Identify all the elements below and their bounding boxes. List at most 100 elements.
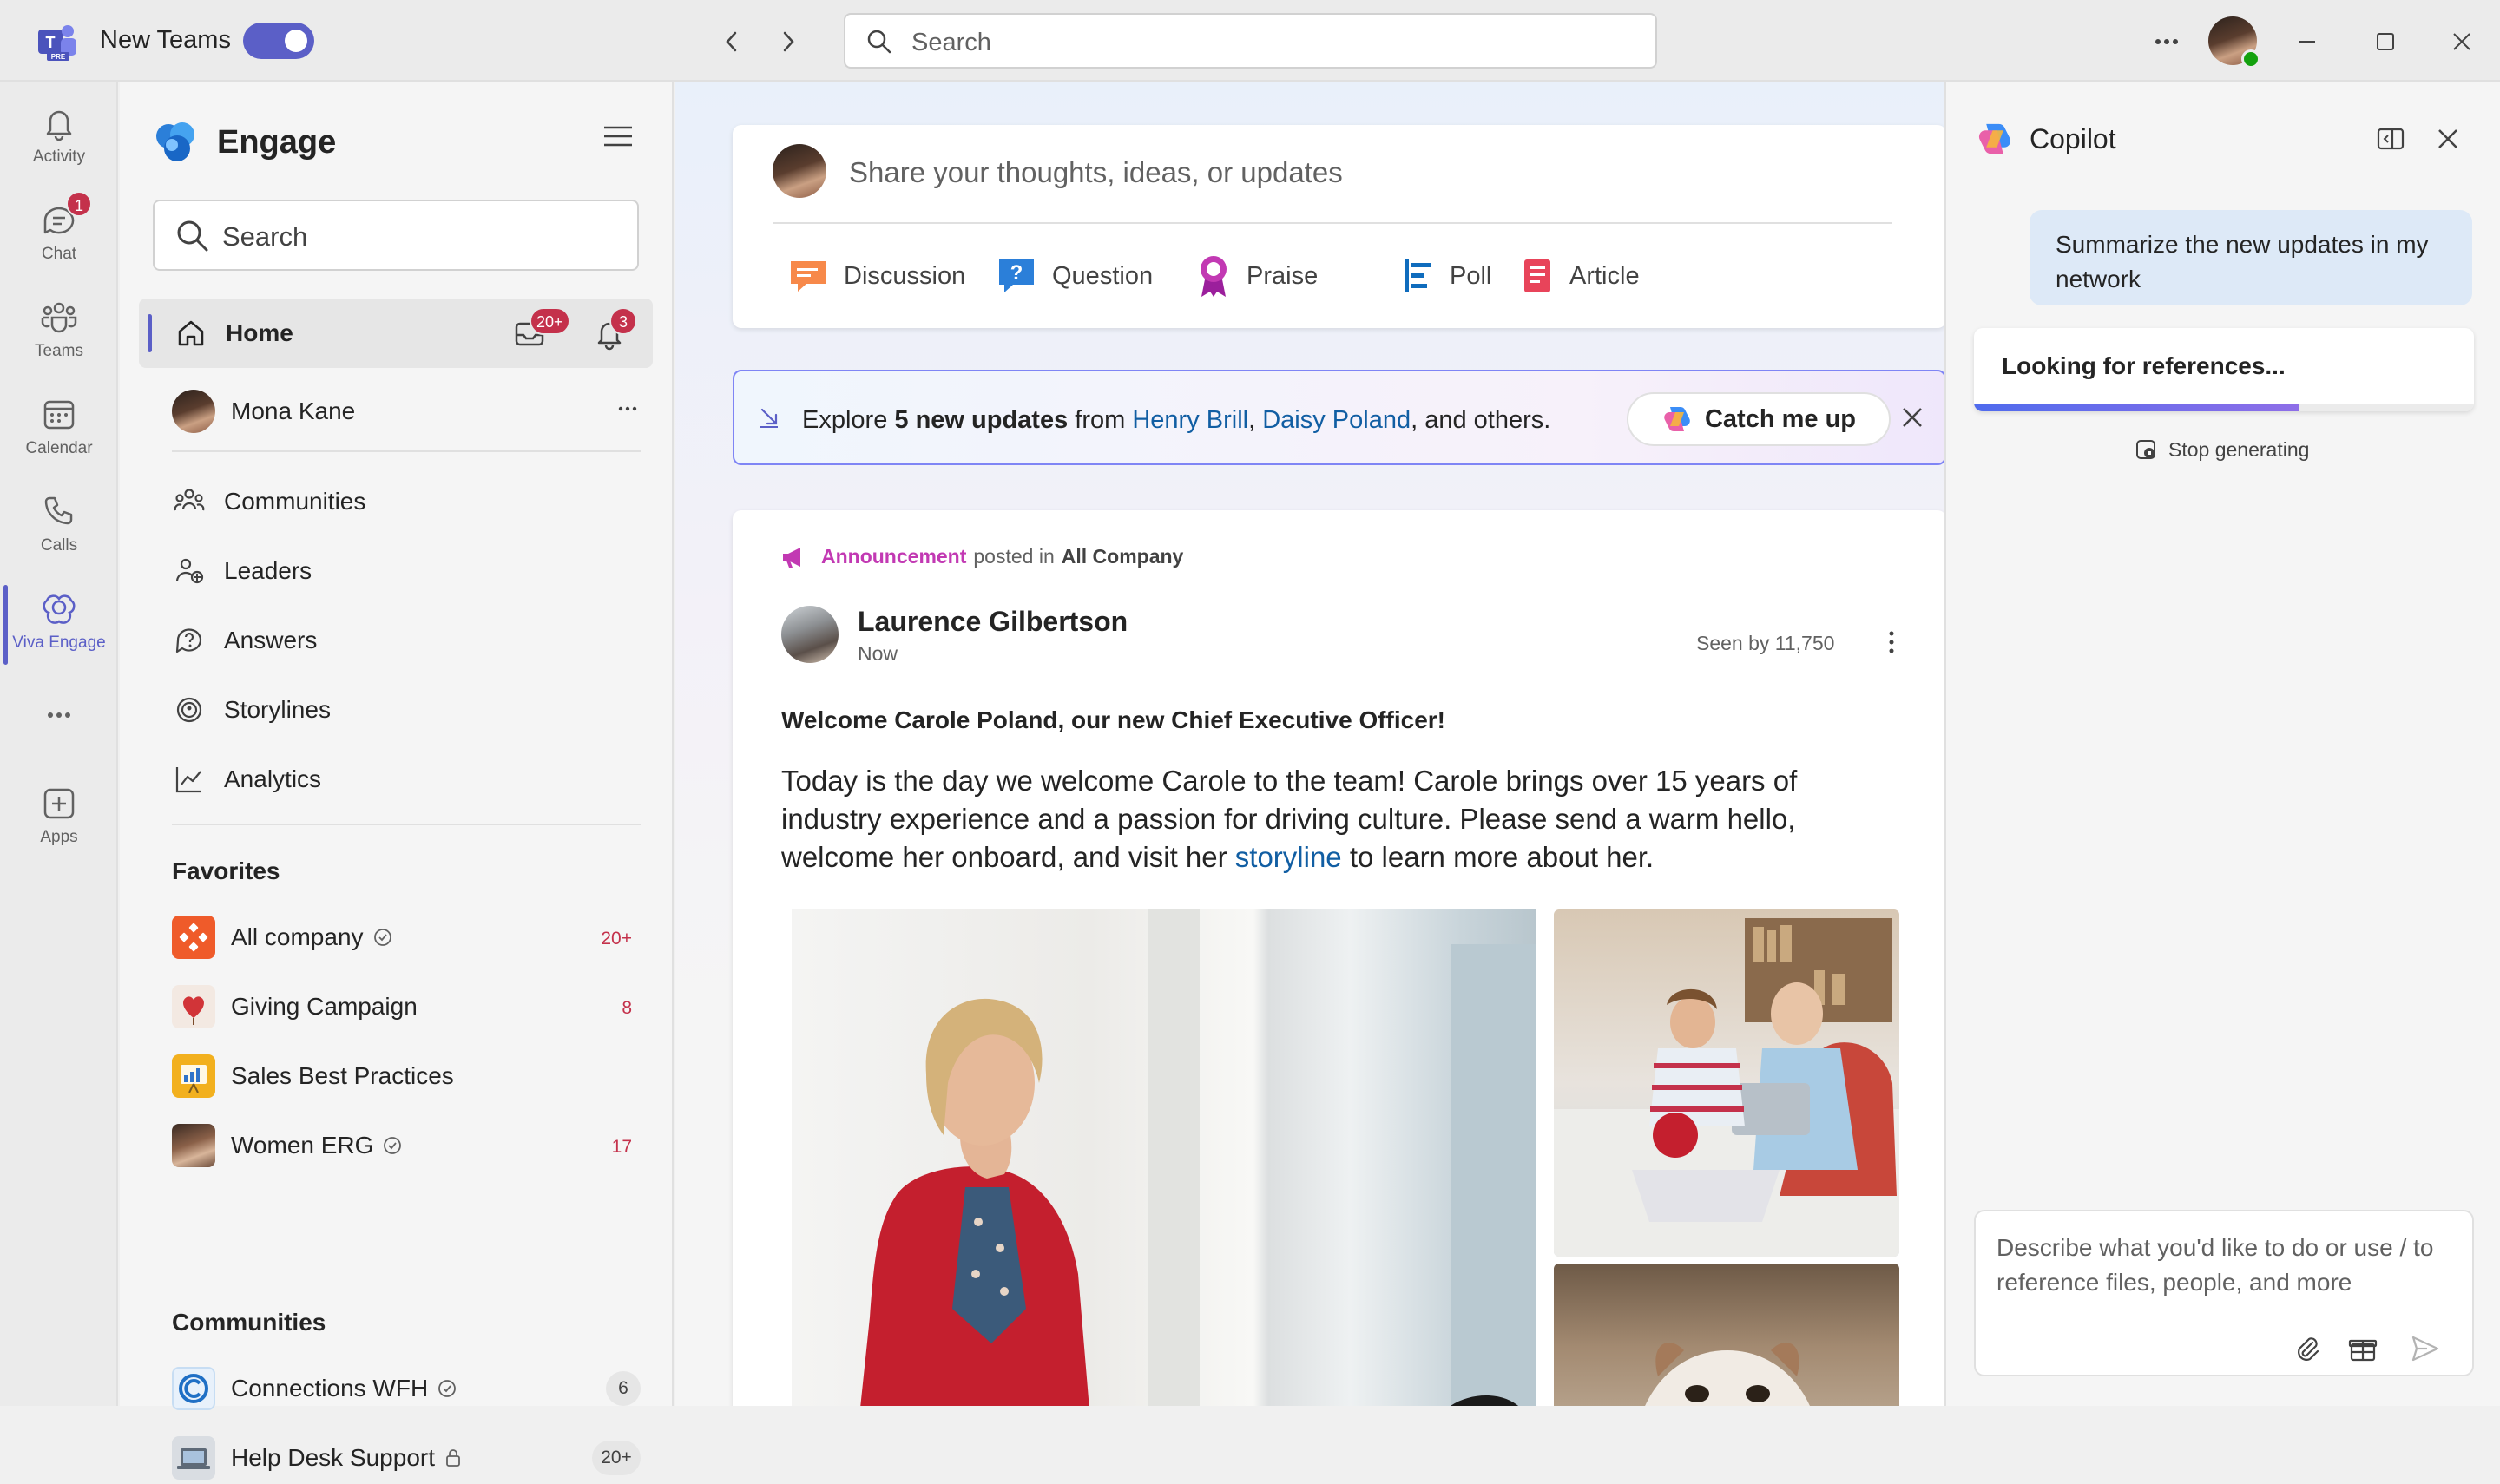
catch-me-up-button[interactable]: Catch me up [1627, 392, 1891, 446]
unread-count: 8 [622, 998, 632, 1018]
nav-menu-button[interactable] [602, 123, 634, 149]
favorite-giving-campaign[interactable]: Giving Campaign [172, 981, 418, 1033]
nav-profile[interactable]: Mona Kane [172, 385, 355, 437]
storyline-link[interactable]: storyline [1235, 841, 1342, 873]
favorite-name: Women ERG [231, 1132, 374, 1159]
nav-label: Answers [224, 627, 318, 653]
profile-avatar[interactable] [2208, 16, 2260, 69]
post-photo-family[interactable] [1554, 909, 1899, 1257]
inbox-button[interactable]: 20+ [512, 307, 570, 351]
notifications-button[interactable]: 3 [592, 307, 637, 351]
close-window-button[interactable] [2446, 26, 2477, 57]
community-name: Help Desk Support [231, 1444, 436, 1471]
author-avatar[interactable] [781, 606, 839, 663]
community-help-desk-support[interactable]: Help Desk Support [172, 1432, 463, 1484]
community-avatar [172, 916, 215, 959]
favorite-name: Sales Best Practices [231, 1062, 454, 1089]
open-in-sidebar-button[interactable] [2375, 123, 2406, 154]
poll-button[interactable]: Poll [1401, 252, 1491, 300]
rail-more-apps[interactable] [0, 689, 118, 741]
nav-answers[interactable]: Answers [172, 614, 317, 666]
person-link[interactable]: Daisy Poland [1262, 406, 1411, 434]
chat-badge: 1 [66, 191, 92, 217]
post-more-button[interactable] [1878, 625, 1905, 660]
catch-up-message: Explore 5 new updates from Henry Brill , … [802, 406, 1550, 435]
global-search-placeholder: Search [911, 29, 991, 56]
user-name: Mona Kane [231, 397, 356, 424]
search-icon [175, 219, 210, 253]
update-count: 5 new updates [894, 406, 1069, 434]
author-name[interactable]: Laurence Gilbertson [858, 606, 1128, 638]
minimize-button[interactable] [2292, 26, 2323, 57]
communities-heading: Communities [172, 1309, 326, 1336]
article-button[interactable]: Article [1521, 252, 1640, 300]
rail-chat[interactable]: 1 Chat [0, 191, 118, 278]
community-avatar [172, 1436, 215, 1480]
phone-icon [38, 491, 80, 533]
composer-divider [773, 222, 1892, 224]
title-bar: T PRE New Teams Search [0, 0, 2500, 82]
forward-button[interactable] [771, 24, 806, 59]
engage-nav-pane: Engage Search Home 20+ 3 Mona Kane Commu… [120, 82, 674, 1480]
engage-search-box[interactable]: Search [153, 200, 639, 271]
stop-generating-button[interactable]: Stop generating [2134, 437, 2309, 462]
close-copilot-button[interactable] [2432, 123, 2464, 154]
post-group[interactable]: All Company [1062, 545, 1184, 568]
rail-viva-engage[interactable]: Viva Engage [0, 580, 118, 666]
more-options-button[interactable] [2149, 24, 2184, 59]
nav-home[interactable]: Home 20+ 3 [139, 299, 653, 368]
community-connections-wfh[interactable]: Connections WFH [172, 1363, 457, 1415]
attach-button[interactable] [2292, 1333, 2323, 1364]
post-body-text: to learn more about her. [1341, 841, 1655, 873]
rail-label: Apps [40, 828, 78, 846]
favorite-all-company[interactable]: All company [172, 911, 393, 963]
maximize-button[interactable] [2370, 26, 2401, 57]
praise-button[interactable]: Praise [1194, 252, 1318, 300]
svg-text:?: ? [1010, 261, 1023, 285]
question-button[interactable]: ? Question [995, 252, 1153, 300]
profile-more-button[interactable] [615, 396, 641, 422]
progress-fill [1974, 404, 2299, 411]
discussion-button[interactable]: Discussion [786, 252, 965, 300]
composer-input[interactable]: Share your thoughts, ideas, or updates [849, 156, 1343, 189]
composer-type-label: Discussion [844, 261, 966, 290]
rail-apps[interactable]: Apps [0, 774, 118, 861]
post-type[interactable]: Announcement [821, 545, 966, 568]
catch-up-text: from [1068, 406, 1133, 434]
nav-communities[interactable]: Communities [172, 476, 365, 528]
post-photo-main[interactable] [792, 909, 1536, 1406]
rail-calls[interactable]: Calls [0, 483, 118, 569]
storylines-icon [172, 693, 207, 727]
engage-header: Engage [153, 116, 336, 168]
dismiss-banner-button[interactable] [1899, 404, 1925, 430]
nav-analytics[interactable]: Analytics [172, 753, 321, 805]
communities-icon [172, 484, 207, 519]
seen-by-count[interactable]: Seen by 11,750 [1696, 632, 1834, 655]
favorite-sales-best-practices[interactable]: Sales Best Practices [172, 1050, 454, 1102]
send-button[interactable] [2410, 1333, 2441, 1364]
hamburger-menu-icon [604, 126, 632, 147]
copilot-icon [1978, 123, 2011, 154]
unread-count: 20+ [592, 1441, 641, 1475]
global-search-box[interactable]: Search [844, 13, 1657, 69]
favorite-women-erg[interactable]: Women ERG [172, 1120, 403, 1172]
post-photo-dog[interactable] [1554, 1264, 1899, 1406]
person-link[interactable]: Henry Brill [1132, 406, 1248, 434]
question-icon: ? [995, 254, 1038, 298]
prompt-gallery-button[interactable] [2347, 1333, 2378, 1364]
announcement-post: Announcement posted in All Company Laure… [733, 510, 1944, 1406]
back-button[interactable] [714, 24, 749, 59]
community-avatar [172, 1124, 215, 1167]
nav-storylines[interactable]: Storylines [172, 684, 331, 736]
rail-label: Calendar [25, 439, 93, 457]
new-teams-toggle[interactable] [243, 23, 314, 59]
nav-leaders[interactable]: Leaders [172, 545, 312, 597]
rail-calendar[interactable]: Calendar [0, 385, 118, 472]
copilot-prompt-input[interactable]: Describe what you'd like to do or use / … [1974, 1210, 2474, 1376]
answers-icon [172, 623, 207, 658]
svg-text:PRE: PRE [51, 53, 66, 61]
rail-teams[interactable]: Teams [0, 288, 118, 375]
nav-home-label-row: Home [174, 307, 293, 359]
rail-activity[interactable]: Activity [0, 94, 118, 181]
community-name: Connections WFH [231, 1375, 429, 1402]
